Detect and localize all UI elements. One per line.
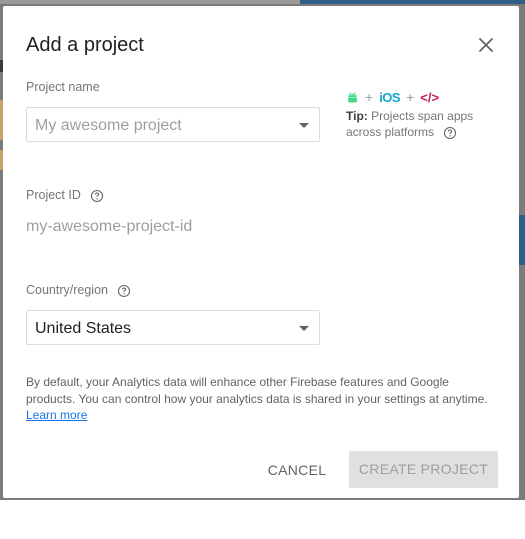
help-icon[interactable] <box>443 126 457 140</box>
chevron-down-icon <box>299 123 309 128</box>
ios-logo: iOS <box>379 89 401 105</box>
close-icon <box>479 38 493 52</box>
cancel-button[interactable]: CANCEL <box>261 452 333 488</box>
analytics-disclaimer: By default, your Analytics data will enh… <box>26 374 496 424</box>
chevron-down-icon <box>299 326 309 331</box>
dialog-title: Add a project <box>26 34 144 56</box>
project-name-field[interactable]: My awesome project <box>26 107 320 142</box>
country-label: Country/region <box>26 283 108 297</box>
project-name-placeholder: My awesome project <box>35 117 182 134</box>
backdrop-strip <box>519 215 525 265</box>
android-icon <box>348 91 357 102</box>
country-selected-value: United States <box>35 320 132 337</box>
help-icon[interactable] <box>117 284 131 298</box>
tip-bold: Tip: <box>346 109 368 123</box>
create-project-button[interactable]: CREATE PROJECT <box>349 451 498 488</box>
country-select[interactable]: United States <box>26 310 320 345</box>
close-button[interactable] <box>474 33 498 57</box>
country-label-row: Country/region <box>26 283 131 298</box>
add-project-dialog: Add a project Project name My awesome pr… <box>3 6 519 498</box>
platform-logos: + iOS + </> <box>346 88 496 106</box>
web-code-logo: </> <box>420 89 440 105</box>
backdrop-strip <box>300 0 525 4</box>
learn-more-link[interactable]: Learn more <box>26 408 87 422</box>
project-id-label: Project ID <box>26 188 81 202</box>
disclaimer-text: By default, your Analytics data will enh… <box>26 375 488 406</box>
platform-tip: + iOS + </> Tip: Projects span apps acro… <box>346 88 496 140</box>
backdrop-strip <box>0 0 300 4</box>
project-id-value: my-awesome-project-id <box>26 218 193 235</box>
help-icon[interactable] <box>90 189 104 203</box>
plus-symbol: + <box>365 89 374 105</box>
project-id-label-row: Project ID <box>26 188 104 203</box>
project-name-label: Project name <box>26 80 100 94</box>
plus-symbol: + <box>406 89 415 105</box>
tip-text: Tip: Projects span apps across platforms <box>346 108 496 140</box>
